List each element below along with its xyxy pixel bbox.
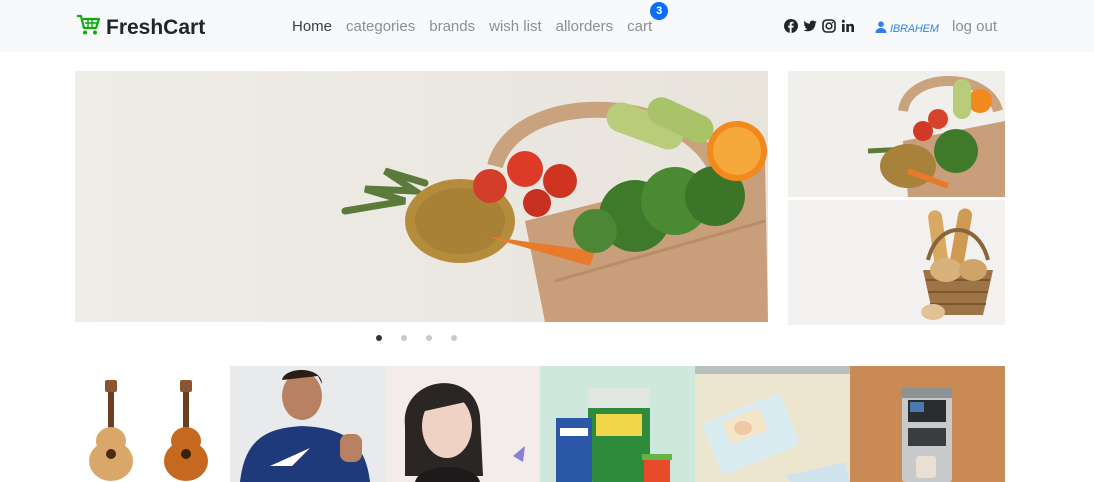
category-men-fashion[interactable] [230,366,385,482]
nav-cart-label: cart [627,18,653,35]
categories-slider [75,366,1005,482]
guitars-image [75,366,230,482]
grocery-bag-image[interactable] [788,71,1005,197]
bread-basket-image[interactable] [788,200,1005,325]
category-appliances[interactable] [850,366,1005,482]
category-baby[interactable] [695,366,850,482]
nav-wishlist[interactable]: wish list [489,18,542,35]
user-icon [875,20,887,38]
grocery-bag-thumbnail [788,71,1005,197]
bread-basket-thumbnail [788,200,1005,325]
main-nav: Home categories brands wish list allorde… [292,2,669,35]
slider-dots [376,335,457,341]
cart-icon [76,14,101,41]
user-profile[interactable]: IBRAHEM [875,20,939,38]
social-links [784,19,855,33]
nav-home[interactable]: Home [292,18,332,35]
baby-products-image [695,366,850,482]
category-supermarket[interactable] [540,366,695,482]
nav-allorders[interactable]: allorders [556,18,614,35]
slider-dot-1[interactable] [376,335,382,341]
nav-brands[interactable]: brands [429,18,475,35]
facebook-icon[interactable] [784,19,798,33]
user-name: IBRAHEM [890,23,939,35]
navbar: FreshCart Home categories brands wish li… [0,0,1094,52]
coffee-machine-image [850,366,1005,482]
category-music[interactable] [75,366,230,482]
women-fashion-image [385,366,540,482]
instagram-icon[interactable] [822,19,836,33]
brand-logo[interactable]: FreshCart [76,14,205,41]
slider-dot-4[interactable] [451,335,457,341]
cart-count-badge: 3 [650,2,669,20]
category-women-fashion[interactable] [385,366,540,482]
grocery-bag-hero-image [75,71,768,322]
supermarket-image [540,366,695,482]
twitter-icon[interactable] [803,19,817,33]
nav-cart[interactable]: cart 3 [627,2,669,35]
linkedin-icon[interactable] [841,19,855,33]
logout-link[interactable]: log out [952,18,997,35]
slider-dot-3[interactable] [426,335,432,341]
nav-categories[interactable]: categories [346,18,415,35]
men-fashion-image [230,366,385,482]
slider-dot-2[interactable] [401,335,407,341]
brand-name: FreshCart [106,15,206,39]
hero-slider[interactable] [75,71,768,322]
